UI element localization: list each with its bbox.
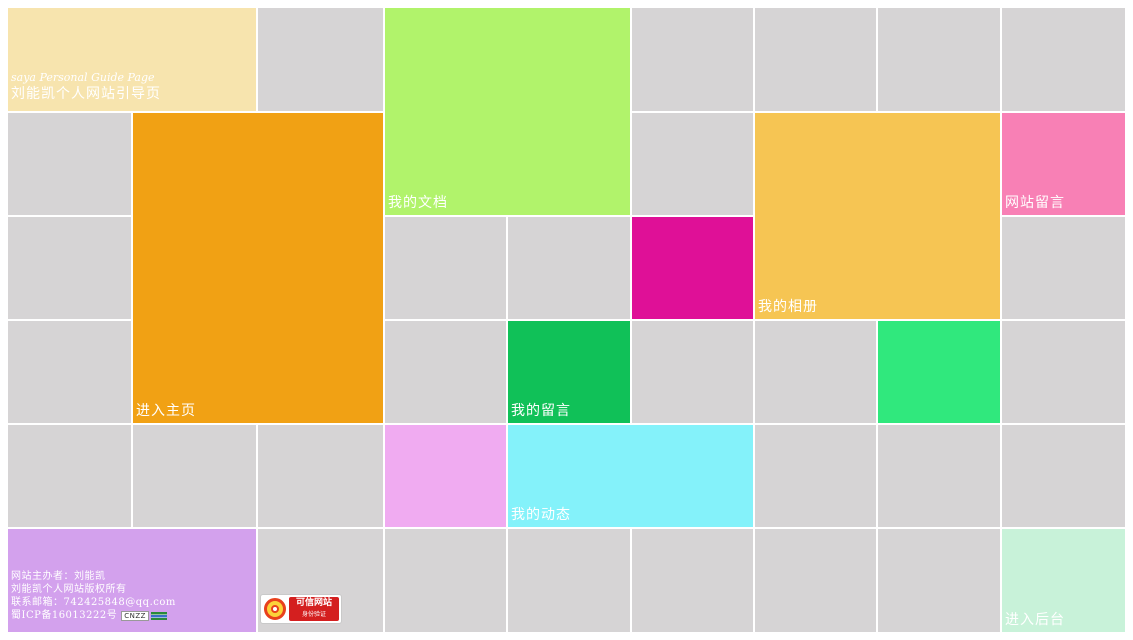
blank-tile xyxy=(632,529,753,632)
footer-icp[interactable]: 蜀ICP备16013222号 xyxy=(11,610,117,621)
blank-tile xyxy=(1002,8,1125,111)
trusted-site-logo-icon xyxy=(264,598,286,620)
blank-tile xyxy=(8,425,131,527)
footer-info: 网站主办者：刘能凯 刘能凯个人网站版权所有 联系邮箱：742425848@qq.… xyxy=(11,570,176,622)
site-title-en: saya Personal Guide Page xyxy=(11,71,155,84)
magenta-tile xyxy=(632,217,753,319)
blank-tile xyxy=(8,113,131,215)
site-title: saya Personal Guide Page 刘能凯个人网站引导页 xyxy=(11,70,161,103)
docs-tile[interactable]: 我的文档 xyxy=(385,8,630,215)
home-label: 进入主页 xyxy=(136,403,196,419)
blank-tile xyxy=(1002,217,1125,319)
blank-tile xyxy=(632,321,753,423)
footer-icp-row: 蜀ICP备16013222号 CNZZ xyxy=(11,609,176,622)
trusted-site-badge[interactable]: 可信网站 身份验证 xyxy=(260,594,342,624)
stats-icon[interactable] xyxy=(150,611,167,620)
blank-tile xyxy=(755,321,876,423)
blank-tile xyxy=(508,529,630,632)
green-tile xyxy=(878,321,1000,423)
trusted-site-panel: 可信网站 身份验证 xyxy=(289,597,339,621)
blank-tile xyxy=(258,8,383,111)
blank-tile xyxy=(755,8,876,111)
blank-tile xyxy=(385,321,506,423)
cnzz-badge[interactable]: CNZZ xyxy=(121,610,149,621)
blank-tile xyxy=(508,217,630,319)
footer-tile: 网站主办者：刘能凯 刘能凯个人网站版权所有 联系邮箱：742425848@qq.… xyxy=(8,529,256,632)
site-message-label: 网站留言 xyxy=(1005,195,1065,211)
blank-tile xyxy=(878,529,1000,632)
blank-tile xyxy=(1002,425,1125,527)
trusted-site-subtitle: 身份验证 xyxy=(301,611,326,618)
footer-copyright: 刘能凯个人网站版权所有 xyxy=(11,584,127,595)
my-message-label: 我的留言 xyxy=(511,403,571,419)
blank-tile xyxy=(878,425,1000,527)
blank-tile xyxy=(632,113,753,215)
pink-tile xyxy=(385,425,506,527)
activity-tile[interactable]: 我的动态 xyxy=(508,425,753,527)
album-tile[interactable]: 我的相册 xyxy=(755,113,1000,319)
blank-tile xyxy=(385,217,506,319)
home-tile[interactable]: 进入主页 xyxy=(133,113,383,423)
blank-tile xyxy=(632,8,753,111)
blank-tile xyxy=(8,217,131,319)
header-tile: saya Personal Guide Page 刘能凯个人网站引导页 xyxy=(8,8,256,111)
admin-tile[interactable]: 进入后台 xyxy=(1002,529,1125,632)
blank-tile xyxy=(755,529,876,632)
blank-tile xyxy=(755,425,876,527)
blank-tile xyxy=(133,425,256,527)
my-message-tile[interactable]: 我的留言 xyxy=(508,321,630,423)
blank-tile xyxy=(8,321,131,423)
footer-email[interactable]: 联系邮箱：742425848@qq.com xyxy=(11,596,176,609)
docs-label: 我的文档 xyxy=(388,195,448,211)
admin-label: 进入后台 xyxy=(1005,612,1065,628)
blank-tile xyxy=(878,8,1000,111)
footer-owner: 网站主办者：刘能凯 xyxy=(11,571,106,582)
blank-tile xyxy=(385,529,506,632)
blank-tile xyxy=(1002,321,1125,423)
activity-label: 我的动态 xyxy=(511,507,571,523)
site-message-tile[interactable]: 网站留言 xyxy=(1002,113,1125,215)
site-title-cn: 刘能凯个人网站引导页 xyxy=(11,86,161,102)
blank-tile xyxy=(258,425,383,527)
album-label: 我的相册 xyxy=(758,299,818,315)
trusted-site-title: 可信网站 xyxy=(295,598,332,608)
